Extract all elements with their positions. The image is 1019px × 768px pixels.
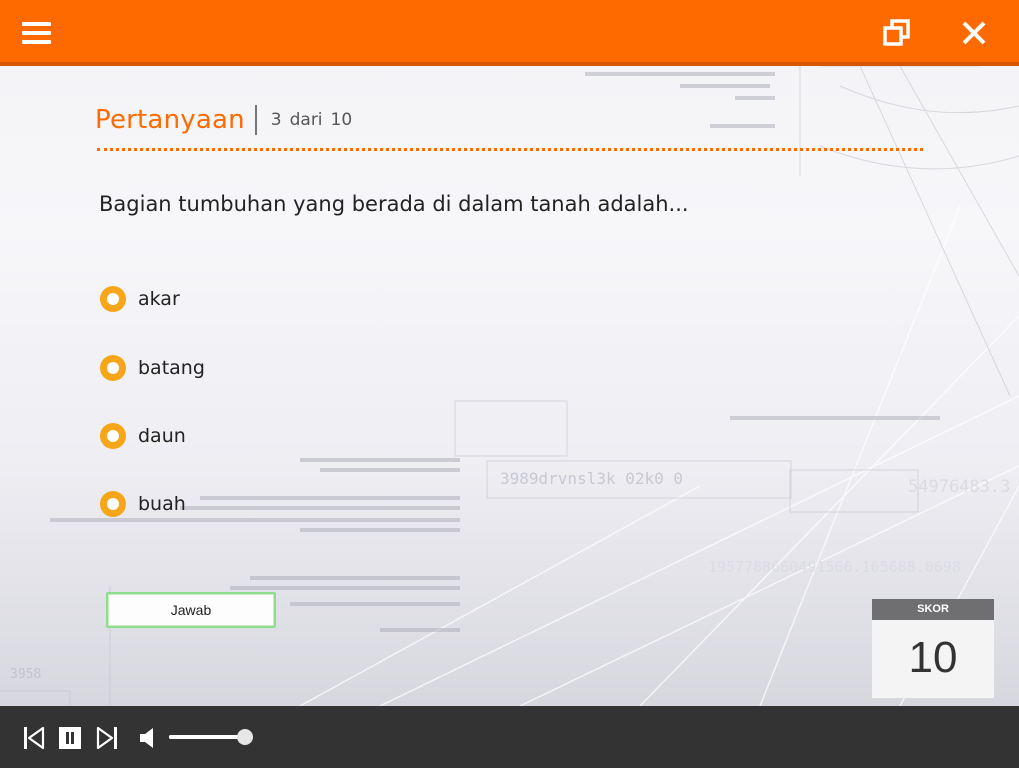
volume-slider-handle[interactable] — [237, 729, 253, 745]
option-label: daun — [138, 425, 186, 447]
option-batang[interactable]: batang — [100, 355, 205, 381]
total-question-number: 10 — [330, 110, 353, 130]
question-counter: 3 dari 10 — [269, 110, 354, 130]
skip-previous-icon[interactable] — [22, 726, 46, 750]
radio-icon[interactable] — [100, 423, 126, 449]
question-title: Pertanyaan — [95, 105, 245, 135]
volume-icon[interactable] — [138, 726, 160, 750]
current-question-number: 3 — [270, 110, 282, 130]
volume-slider[interactable] — [169, 729, 253, 745]
option-akar[interactable]: akar — [100, 286, 180, 312]
counter-of-word: dari — [289, 110, 323, 130]
skip-next-icon[interactable] — [95, 726, 119, 750]
score-panel: SKOR 10 — [872, 599, 994, 698]
score-value: 10 — [872, 620, 994, 698]
hamburger-menu-icon[interactable] — [22, 22, 52, 48]
question-text: Bagian tumbuhan yang berada di dalam tan… — [99, 192, 689, 216]
option-label: buah — [138, 493, 186, 515]
volume-fill — [169, 735, 245, 739]
radio-icon[interactable] — [100, 286, 126, 312]
pause-icon[interactable] — [58, 726, 82, 750]
title-bar — [0, 0, 1019, 66]
header-divider — [254, 105, 257, 135]
bg-text-2: 54976483.3 — [908, 477, 1010, 497]
option-label: akar — [138, 288, 180, 310]
restore-window-icon[interactable] — [882, 18, 912, 48]
score-label: SKOR — [872, 599, 994, 620]
option-label: batang — [138, 357, 205, 379]
bg-text-1: 3989drvnsl3k 02k0 0 — [500, 469, 683, 488]
radio-icon[interactable] — [100, 491, 126, 517]
header-divider-line — [97, 148, 923, 151]
close-icon[interactable] — [960, 19, 988, 47]
submit-answer-button[interactable]: Jawab — [106, 592, 276, 628]
option-buah[interactable]: buah — [100, 491, 186, 517]
quiz-app: 3989drvnsl3k 02k0 0 54976483.3 195778866… — [0, 0, 1019, 768]
bg-text-4: 3958 — [10, 667, 41, 682]
option-daun[interactable]: daun — [100, 423, 186, 449]
player-control-bar — [0, 706, 1019, 768]
bg-text-3: 1957788660491566.165688.0698 — [708, 558, 961, 576]
radio-icon[interactable] — [100, 355, 126, 381]
question-header: Pertanyaan 3 dari 10 — [95, 100, 354, 140]
